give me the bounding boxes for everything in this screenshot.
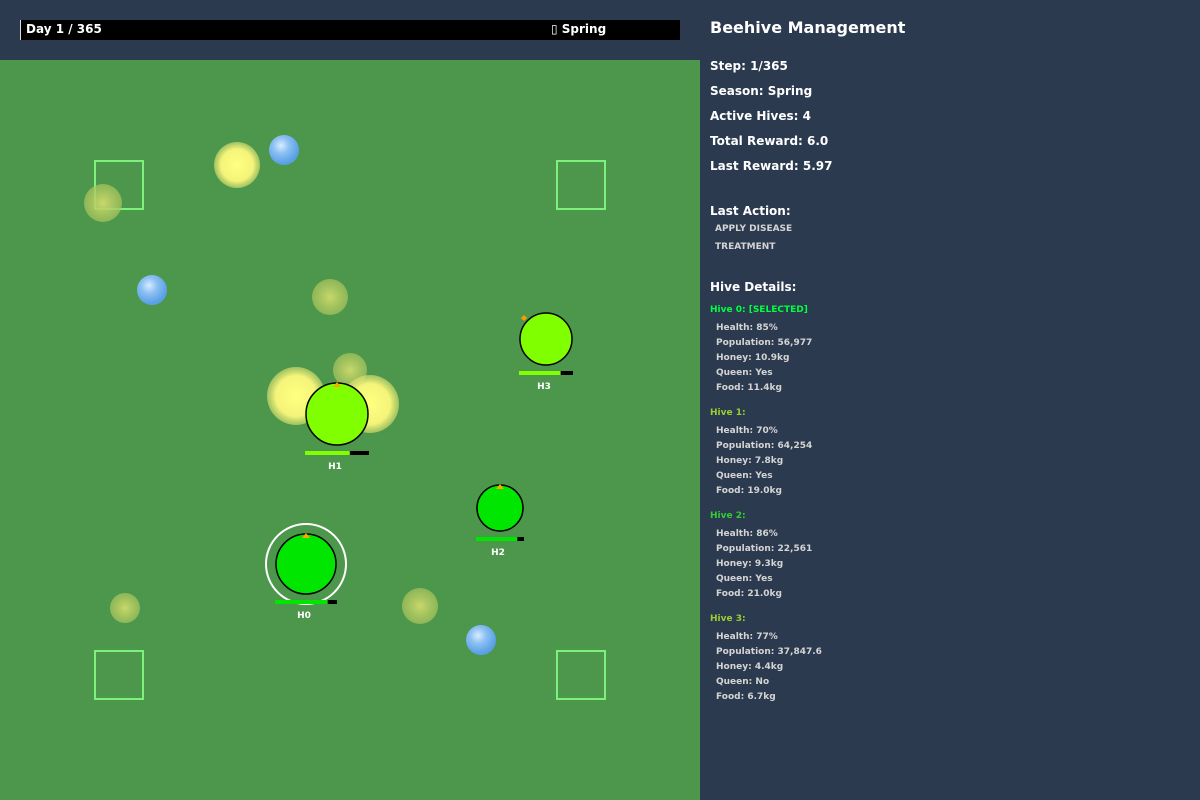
hive-0-population: Population: 56,977 bbox=[716, 338, 813, 348]
hive-0-food: Food: 11.4kg bbox=[716, 383, 782, 393]
season-indicator: ▯ Spring bbox=[551, 22, 607, 36]
hive-3[interactable]: H3 bbox=[519, 312, 573, 392]
hive-0[interactable]: H0 bbox=[265, 523, 347, 621]
hive-1-honey: Honey: 7.8kg bbox=[716, 456, 784, 466]
info-panel: Beehive Management Step: 1/365 Season: S… bbox=[700, 0, 1200, 800]
day-counter: Day 1 / 365 bbox=[26, 22, 102, 36]
hive-3-title[interactable]: Hive 3: bbox=[710, 614, 746, 624]
hive-3-health-bar-fill bbox=[519, 371, 561, 375]
day-progress-bar: Day 1 / 365 ▯ Spring bbox=[20, 20, 680, 40]
active-hives-stat: Active Hives: 4 bbox=[710, 109, 811, 123]
hive-3-health: Health: 77% bbox=[716, 632, 778, 642]
hive-3-honey: Honey: 4.4kg bbox=[716, 662, 784, 672]
flower-patch[interactable] bbox=[110, 593, 140, 623]
flower-patch[interactable] bbox=[84, 184, 122, 222]
flower-patch[interactable] bbox=[312, 279, 348, 315]
hive-2-queen: Queen: Yes bbox=[716, 574, 773, 584]
top-bar: Day 1 / 365 ▯ Spring bbox=[0, 0, 700, 60]
hive-0-honey: Honey: 10.9kg bbox=[716, 353, 790, 363]
water-source[interactable] bbox=[137, 275, 167, 305]
hive-1-queen: Queen: Yes bbox=[716, 471, 773, 481]
hive-1-food: Food: 19.0kg bbox=[716, 486, 782, 496]
hive-2-title[interactable]: Hive 2: bbox=[710, 511, 746, 521]
corner-zone-tr[interactable] bbox=[556, 160, 606, 210]
hive-2-food: Food: 21.0kg bbox=[716, 589, 782, 599]
hive-0-health-bar-fill bbox=[275, 600, 328, 604]
hive-2-health-bar-fill bbox=[476, 537, 518, 541]
season-stat: Season: Spring bbox=[710, 84, 813, 98]
hive-1-body[interactable] bbox=[305, 382, 369, 446]
total-reward-stat: Total Reward: 6.0 bbox=[710, 134, 829, 148]
last-reward-stat: Last Reward: 5.97 bbox=[710, 159, 833, 173]
hive-2-health: Health: 86% bbox=[716, 529, 778, 539]
hive-0-queen: Queen: Yes bbox=[716, 368, 773, 378]
corner-zone-bl[interactable] bbox=[94, 650, 144, 700]
hive-0-label: H0 bbox=[297, 611, 311, 621]
hive-0-title[interactable]: Hive 0: [SELECTED] bbox=[710, 305, 808, 315]
field-canvas[interactable]: H3 H1 H2 H0 bbox=[0, 60, 700, 800]
hive-2-honey: Honey: 9.3kg bbox=[716, 559, 784, 569]
corner-zone-br[interactable] bbox=[556, 650, 606, 700]
hive-3-queen: Queen: No bbox=[716, 677, 770, 687]
water-source[interactable] bbox=[466, 625, 496, 655]
hive-1-population: Population: 64,254 bbox=[716, 441, 813, 451]
hive-1-health: Health: 70% bbox=[716, 426, 778, 436]
flower-patch[interactable] bbox=[214, 142, 260, 188]
hive-1-health-bar-fill bbox=[305, 451, 350, 455]
hive-1-label: H1 bbox=[328, 462, 342, 472]
hive-details-heading: Hive Details: bbox=[710, 280, 797, 294]
hive-3-body[interactable] bbox=[519, 312, 573, 366]
hive-2-population: Population: 22,561 bbox=[716, 544, 813, 554]
flower-patch[interactable] bbox=[402, 588, 438, 624]
hive-2[interactable]: H2 bbox=[476, 484, 524, 558]
hive-3-marker-icon bbox=[521, 315, 527, 321]
hive-1-title[interactable]: Hive 1: bbox=[710, 408, 746, 418]
hive-0-health: Health: 85% bbox=[716, 323, 778, 333]
hive-3-population: Population: 37,847.6 bbox=[716, 647, 822, 657]
water-source[interactable] bbox=[269, 135, 299, 165]
game-field[interactable]: H3 H1 H2 H0 bbox=[0, 60, 700, 800]
hive-2-body[interactable] bbox=[476, 484, 524, 532]
hive-2-label: H2 bbox=[491, 548, 505, 558]
step-counter: Step: 1/365 bbox=[710, 59, 788, 73]
hive-1[interactable]: H1 bbox=[305, 382, 369, 472]
hive-3-food: Food: 6.7kg bbox=[716, 692, 776, 702]
last-action-line-2: TREATMENT bbox=[715, 242, 776, 252]
last-action-heading: Last Action: bbox=[710, 204, 791, 218]
hive-3-label: H3 bbox=[537, 382, 551, 392]
last-action-line-1: APPLY DISEASE bbox=[715, 224, 793, 234]
hive-0-body[interactable] bbox=[275, 533, 337, 595]
panel-title: Beehive Management bbox=[710, 18, 906, 37]
